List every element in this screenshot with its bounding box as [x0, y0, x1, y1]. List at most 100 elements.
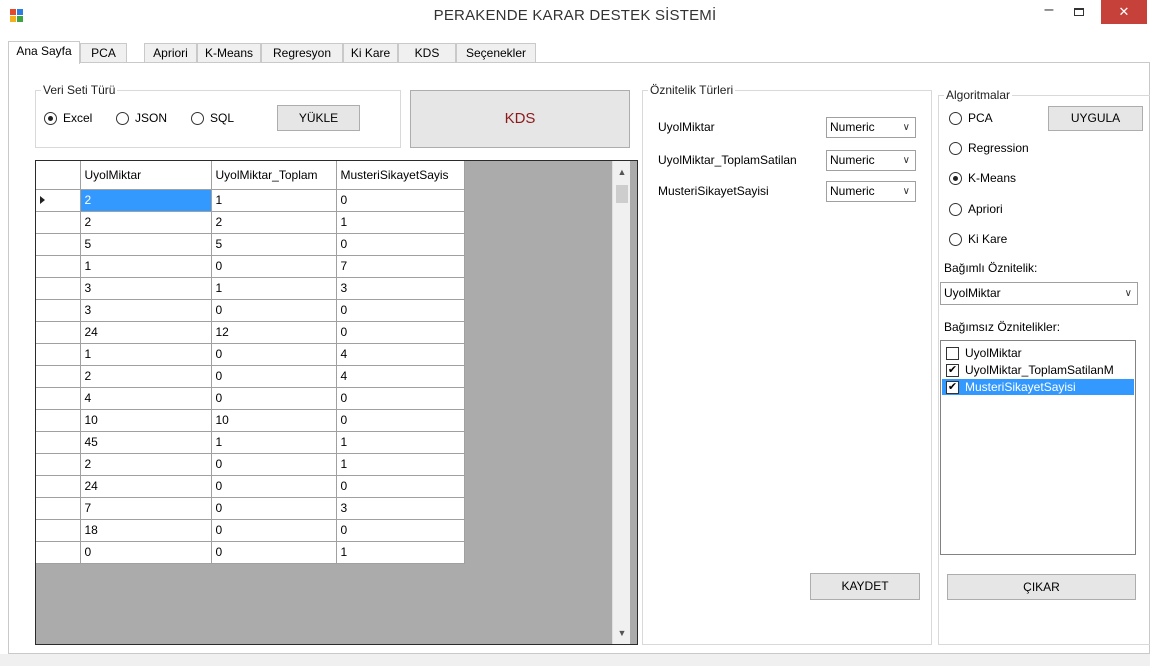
save-button[interactable]: KAYDET: [810, 573, 920, 600]
grid-cell[interactable]: 2: [80, 365, 212, 388]
table-row[interactable]: 24 12 0: [36, 321, 465, 344]
grid-cell[interactable]: 0: [211, 343, 337, 366]
table-row[interactable]: 703: [36, 497, 465, 520]
attribute-type-select[interactable]: Numeric ∨: [826, 181, 916, 202]
load-button[interactable]: YÜKLE: [277, 105, 360, 131]
table-row[interactable]: 10 10 0: [36, 409, 465, 432]
minimize-button[interactable]: –: [1036, 1, 1062, 25]
attribute-type-select[interactable]: Numeric ∨: [826, 150, 916, 171]
grid-cell[interactable]: 0: [336, 233, 465, 256]
table-row[interactable]: 24 0 0: [36, 475, 465, 498]
grid-cell[interactable]: 0: [336, 387, 465, 410]
maximize-button[interactable]: [1062, 0, 1096, 24]
grid-cell[interactable]: 45: [80, 431, 212, 454]
radio-ki-kare[interactable]: Ki Kare: [949, 232, 1007, 246]
tab-apriori[interactable]: Apriori: [144, 43, 197, 63]
checkbox-checked[interactable]: ✔: [946, 380, 959, 394]
grid-cell[interactable]: 24: [80, 321, 212, 344]
grid-cell[interactable]: 1: [336, 431, 465, 454]
apply-button[interactable]: UYGULA: [1048, 106, 1143, 131]
grid-cell[interactable]: 12: [211, 321, 337, 344]
grid-cell[interactable]: 0: [336, 409, 465, 432]
table-row[interactable]: 204: [36, 365, 465, 388]
row-header[interactable]: [36, 497, 81, 520]
grid-cell[interactable]: 1: [336, 541, 465, 564]
dependent-attribute-select[interactable]: UyolMiktar ∨: [940, 282, 1138, 305]
scroll-up-icon[interactable]: ▲: [613, 163, 631, 181]
grid-cell[interactable]: 10: [80, 409, 212, 432]
grid-cell[interactable]: 2: [80, 211, 212, 234]
grid-cell[interactable]: 3: [80, 277, 212, 300]
grid-cell[interactable]: 4: [336, 365, 465, 388]
row-header[interactable]: [36, 277, 81, 300]
table-row[interactable]: 550: [36, 233, 465, 256]
row-header[interactable]: [36, 299, 81, 322]
grid-cell[interactable]: 4: [80, 387, 212, 410]
grid-cell[interactable]: 7: [80, 497, 212, 520]
grid-cell[interactable]: 2: [211, 211, 337, 234]
table-row[interactable]: 45 1 1: [36, 431, 465, 454]
list-item-uyolmiktar-toplamsatilan[interactable]: ✔ UyolMiktar_ToplamSatilanM: [942, 362, 1134, 378]
grid-cell[interactable]: 0: [336, 321, 465, 344]
grid-cell[interactable]: 0: [336, 519, 465, 542]
grid-cell[interactable]: 1: [211, 189, 337, 212]
row-header[interactable]: [36, 321, 81, 344]
grid-corner[interactable]: [36, 161, 81, 190]
row-header[interactable]: [36, 211, 81, 234]
grid-cell[interactable]: 0: [336, 189, 465, 212]
tab-regresyon[interactable]: Regresyon: [261, 43, 343, 63]
grid-column-header[interactable]: UyolMiktar: [80, 161, 212, 190]
grid-cell[interactable]: 0: [211, 453, 337, 476]
grid-cell[interactable]: 18: [80, 519, 212, 542]
list-item-musterisikayetsayisi[interactable]: ✔ MusteriSikayetSayisi: [942, 379, 1134, 395]
remove-button[interactable]: ÇIKAR: [947, 574, 1136, 600]
table-row[interactable]: 221: [36, 211, 465, 234]
table-row[interactable]: 300: [36, 299, 465, 322]
row-header[interactable]: [36, 519, 81, 542]
independent-attributes-list[interactable]: UyolMiktar ✔ UyolMiktar_ToplamSatilanM ✔…: [940, 340, 1136, 555]
grid-cell[interactable]: 0: [336, 475, 465, 498]
grid-cell[interactable]: 1: [211, 431, 337, 454]
grid-cell[interactable]: 7: [336, 255, 465, 278]
row-header[interactable]: [36, 453, 81, 476]
grid-column-header[interactable]: UyolMiktar_Toplam: [211, 161, 337, 190]
tab-ana-sayfa[interactable]: Ana Sayfa: [8, 41, 80, 64]
grid-cell[interactable]: 0: [211, 475, 337, 498]
row-header[interactable]: [36, 409, 81, 432]
grid-cell[interactable]: 1: [80, 343, 212, 366]
grid-cell[interactable]: 5: [80, 233, 212, 256]
grid-cell[interactable]: 3: [336, 497, 465, 520]
table-row[interactable]: 210: [36, 189, 465, 212]
tab-secenekler[interactable]: Seçenekler: [456, 43, 536, 63]
grid-cell[interactable]: 0: [211, 387, 337, 410]
row-header[interactable]: [36, 431, 81, 454]
tab-k-means[interactable]: K-Means: [197, 43, 261, 63]
row-header[interactable]: [36, 189, 81, 212]
checkbox-checked[interactable]: ✔: [946, 363, 959, 377]
grid-cell[interactable]: 10: [211, 409, 337, 432]
radio-json[interactable]: JSON: [116, 111, 167, 125]
table-row[interactable]: 400: [36, 387, 465, 410]
grid-cell[interactable]: 0: [211, 255, 337, 278]
table-row[interactable]: 18 0 0: [36, 519, 465, 542]
grid-cell[interactable]: 3: [336, 277, 465, 300]
radio-pca[interactable]: PCA: [949, 111, 993, 125]
tab-ki-kare[interactable]: Ki Kare: [343, 43, 398, 63]
data-grid[interactable]: UyolMiktar UyolMiktar_Toplam MusteriSika…: [35, 160, 638, 645]
grid-cell[interactable]: 0: [211, 299, 337, 322]
close-button[interactable]: ✕: [1101, 0, 1147, 24]
table-row[interactable]: 001: [36, 541, 465, 564]
grid-cell[interactable]: 1: [211, 277, 337, 300]
radio-excel[interactable]: Excel: [44, 111, 92, 125]
grid-cell[interactable]: 0: [211, 497, 337, 520]
list-item-uyolmiktar[interactable]: UyolMiktar: [942, 345, 1134, 361]
row-header[interactable]: [36, 475, 81, 498]
table-row[interactable]: 313: [36, 277, 465, 300]
row-header[interactable]: [36, 365, 81, 388]
row-header[interactable]: [36, 343, 81, 366]
grid-column-header[interactable]: MusteriSikayetSayis: [336, 161, 465, 190]
grid-cell[interactable]: 1: [336, 453, 465, 476]
grid-cell[interactable]: 1: [336, 211, 465, 234]
radio-sql[interactable]: SQL: [191, 111, 234, 125]
grid-cell[interactable]: 4: [336, 343, 465, 366]
